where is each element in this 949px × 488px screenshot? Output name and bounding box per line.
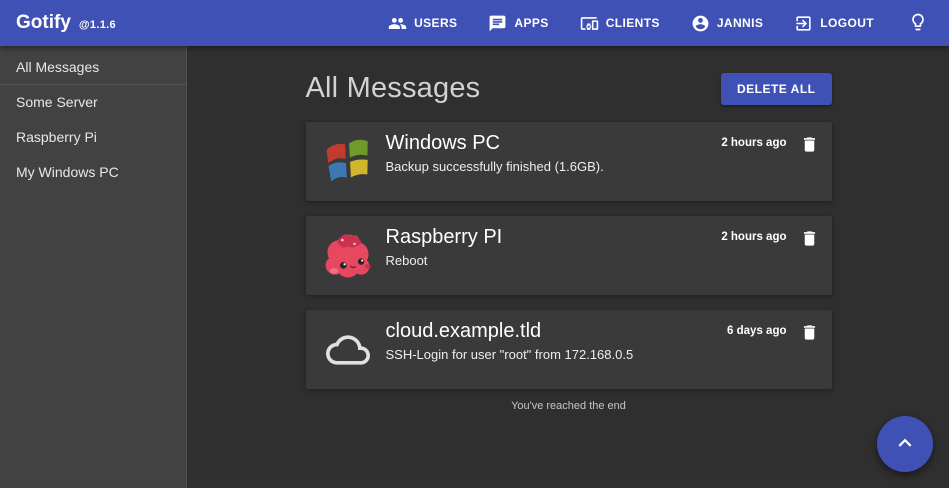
account-circle-icon xyxy=(691,14,710,33)
app-title: Gotify xyxy=(16,12,71,34)
message-body: Reboot xyxy=(386,253,722,268)
sidebar-item-some-server[interactable]: Some Server xyxy=(0,85,186,120)
nav-apps-label: APPS xyxy=(514,16,548,30)
nav-logout-label: LOGOUT xyxy=(820,16,874,30)
message-timestamp: 6 days ago xyxy=(727,325,786,337)
message-title: Windows PC xyxy=(386,132,722,155)
sidebar-item-my-windows-pc[interactable]: My Windows PC xyxy=(0,155,186,190)
sidebar-item-all-messages[interactable]: All Messages xyxy=(0,50,186,85)
message-card: Raspberry PI Reboot 2 hours ago xyxy=(306,216,832,295)
apps-chat-icon xyxy=(488,14,507,33)
brand: Gotify @1.1.6 xyxy=(16,12,116,34)
lightbulb-icon xyxy=(908,12,928,35)
sidebar-item-label: All Messages xyxy=(16,59,99,75)
delete-message-button[interactable] xyxy=(800,323,819,345)
message-card: cloud.example.tld SSH-Login for user "ro… xyxy=(306,310,832,389)
theme-toggle-button[interactable] xyxy=(903,7,933,40)
nav-username-label: JANNIS xyxy=(717,16,763,30)
delete-all-button[interactable]: DELETE ALL xyxy=(721,73,832,105)
page-title: All Messages xyxy=(306,72,481,105)
nav-logout-button[interactable]: LOGOUT xyxy=(792,8,876,39)
nav-apps-button[interactable]: APPS xyxy=(486,8,550,39)
delete-message-button[interactable] xyxy=(800,229,819,251)
trash-icon xyxy=(800,236,819,251)
end-of-list-text: You've reached the end xyxy=(306,400,832,412)
message-title: cloud.example.tld xyxy=(386,320,728,343)
delete-message-button[interactable] xyxy=(800,135,819,157)
top-nav: USERS APPS CLIENTS JANNIS LOGOUT xyxy=(386,7,933,40)
logout-icon xyxy=(794,14,813,33)
cloud-icon xyxy=(320,328,376,372)
message-body: SSH-Login for user "root" from 172.168.0… xyxy=(386,347,728,362)
main-area: All Messages DELETE ALL Windows PC Backu… xyxy=(188,46,949,488)
app-version: @1.1.6 xyxy=(79,19,116,31)
chevron-up-icon xyxy=(892,430,918,459)
scroll-to-top-button[interactable] xyxy=(877,416,933,472)
nav-users-button[interactable]: USERS xyxy=(386,8,459,39)
nav-clients-label: CLIENTS xyxy=(606,16,660,30)
sidebar-item-label: My Windows PC xyxy=(16,164,119,180)
message-timestamp: 2 hours ago xyxy=(721,137,786,149)
nav-user-account-button[interactable]: JANNIS xyxy=(689,8,765,39)
sidebar: All Messages Some Server Raspberry Pi My… xyxy=(0,46,187,488)
windows-logo xyxy=(320,135,376,189)
trash-icon xyxy=(800,330,819,345)
users-icon xyxy=(388,14,407,33)
app-bar: Gotify @1.1.6 USERS APPS CLIENTS JANNIS … xyxy=(0,0,949,46)
message-timestamp: 2 hours ago xyxy=(721,231,786,243)
trash-icon xyxy=(800,142,819,157)
nav-clients-button[interactable]: CLIENTS xyxy=(578,8,662,39)
message-title: Raspberry PI xyxy=(386,226,722,249)
sidebar-item-label: Raspberry Pi xyxy=(16,129,97,145)
message-body: Backup successfully finished (1.6GB). xyxy=(386,159,722,174)
clients-devices-icon xyxy=(580,14,599,33)
raspberry-icon xyxy=(320,228,376,284)
nav-users-label: USERS xyxy=(414,16,457,30)
message-card: Windows PC Backup successfully finished … xyxy=(306,122,832,201)
sidebar-item-label: Some Server xyxy=(16,94,98,110)
sidebar-item-raspberry-pi[interactable]: Raspberry Pi xyxy=(0,120,186,155)
